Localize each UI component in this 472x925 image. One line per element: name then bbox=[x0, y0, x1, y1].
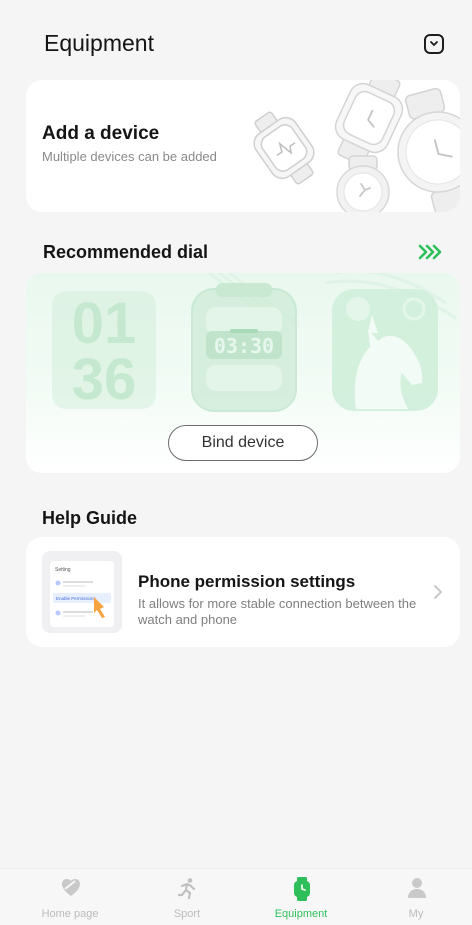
svg-text:36: 36 bbox=[72, 347, 137, 412]
dropdown-icon[interactable] bbox=[424, 34, 444, 54]
dial-time-preview: 03:30 bbox=[191, 283, 297, 412]
permission-thumbnail: Setting Enable Permissions bbox=[42, 551, 122, 633]
tab-home-page-label: Home page bbox=[41, 908, 99, 920]
tab-equipment-label: Equipment bbox=[274, 908, 328, 920]
tab-sport[interactable]: Sport bbox=[142, 869, 232, 925]
svg-text:Setting: Setting bbox=[55, 567, 71, 573]
person-icon bbox=[408, 878, 426, 898]
tab-my-label: My bbox=[408, 908, 424, 920]
permission-description: It allows for more stable connection bet… bbox=[138, 596, 417, 627]
bind-device-button[interactable]: Bind device bbox=[168, 425, 318, 461]
add-device-card[interactable]: Add a device Multiple devices can be add… bbox=[26, 80, 460, 212]
recommended-dial-card: 01 36 03:30 Bind device bbox=[26, 273, 460, 473]
tab-home-page[interactable]: Home page bbox=[25, 869, 115, 925]
tab-equipment[interactable]: Equipment bbox=[256, 869, 346, 925]
permission-title: Phone permission settings bbox=[138, 572, 356, 591]
svg-text:Enable Permissions: Enable Permissions bbox=[56, 596, 97, 601]
dial-previews[interactable]: 01 36 03:30 bbox=[26, 273, 460, 413]
recommended-dial-title: Recommended dial bbox=[43, 242, 209, 262]
tab-sport-label: Sport bbox=[173, 908, 201, 920]
devices-illustration bbox=[253, 80, 460, 212]
svg-text:03:30: 03:30 bbox=[214, 334, 274, 358]
page-title: Equipment bbox=[44, 30, 154, 56]
bottom-tab-bar: Home page Sport Equipment My bbox=[0, 868, 472, 925]
dial-digits-preview: 01 36 bbox=[52, 291, 156, 412]
watch-icon bbox=[294, 877, 310, 901]
more-arrows-icon[interactable] bbox=[418, 243, 444, 261]
chevron-right-icon bbox=[434, 585, 443, 599]
header: Equipment bbox=[0, 0, 472, 90]
add-device-subtitle: Multiple devices can be added bbox=[42, 149, 217, 164]
dial-horse-preview bbox=[332, 289, 438, 411]
help-guide-title: Help Guide bbox=[42, 508, 138, 528]
phone-permission-item[interactable]: Setting Enable Permissions Phone permiss… bbox=[26, 537, 460, 647]
add-device-title: Add a device bbox=[42, 123, 160, 144]
heart-shield-icon bbox=[62, 879, 80, 896]
tab-my[interactable]: My bbox=[371, 869, 461, 925]
runner-icon bbox=[177, 878, 196, 899]
